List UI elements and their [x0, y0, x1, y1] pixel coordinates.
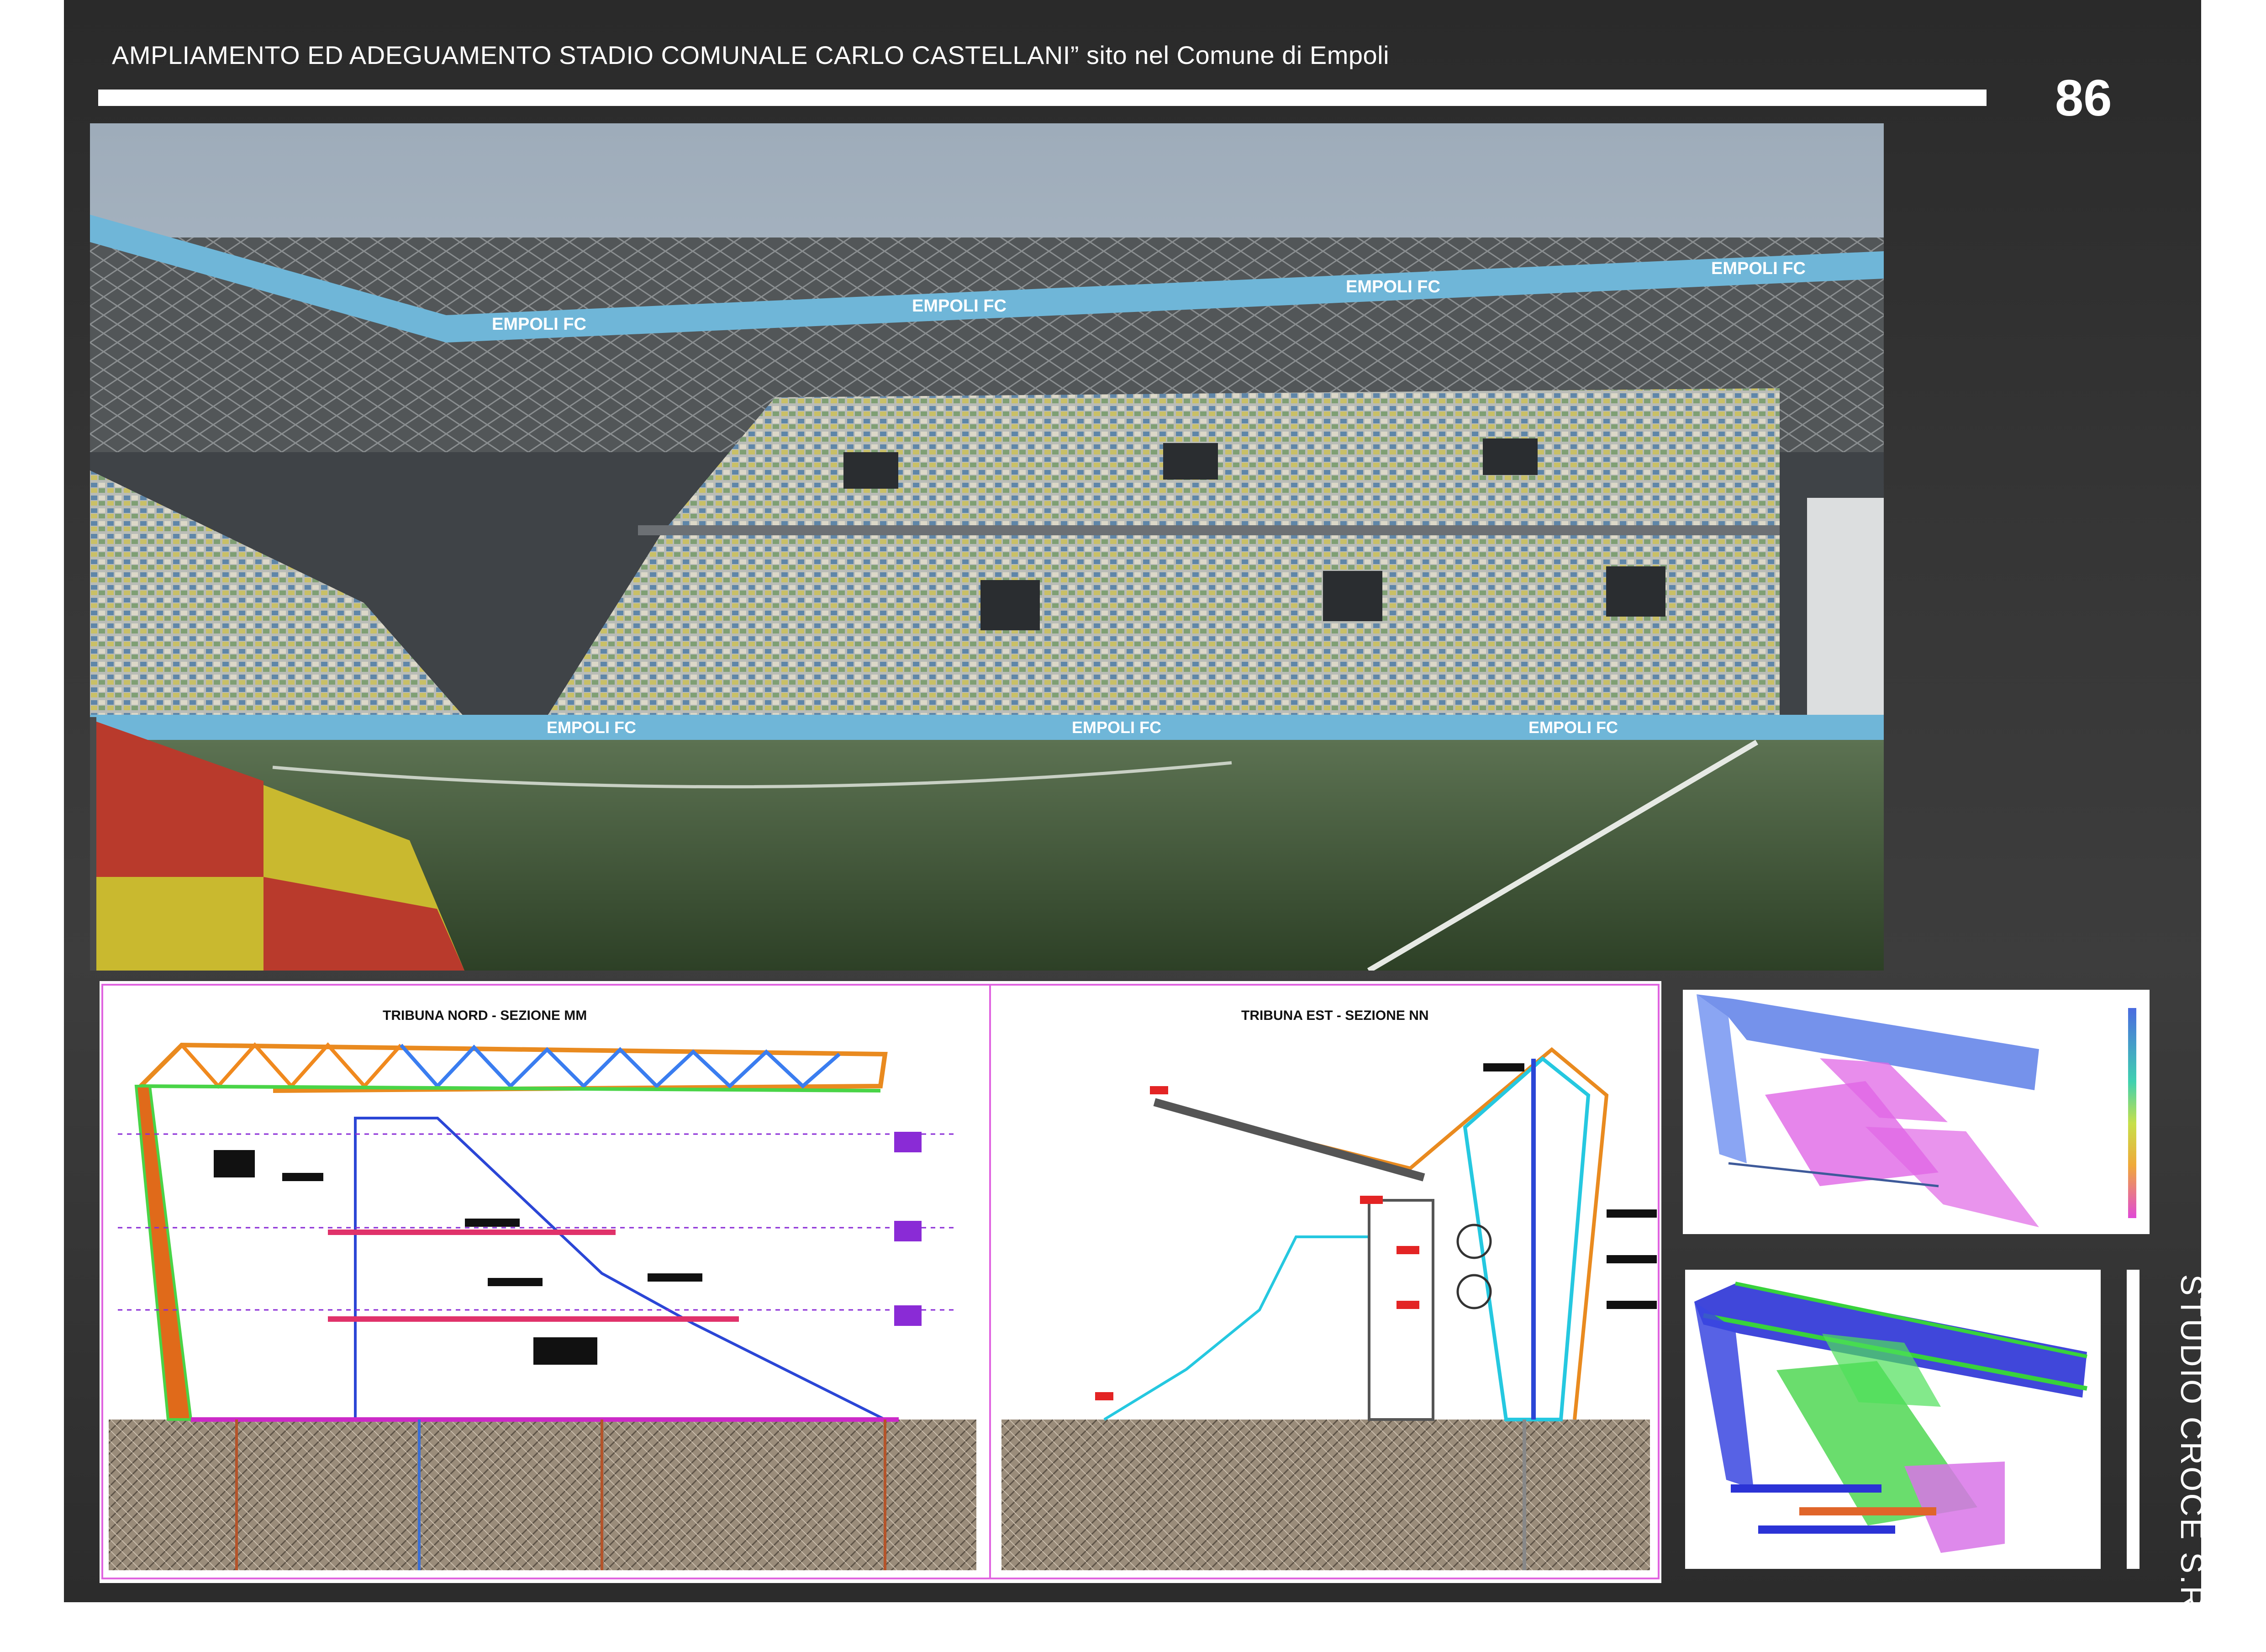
stadium-render-image: EMPOLI FC EMPOLI FC EMPOLI FC EMPOLI FC …: [90, 123, 1884, 971]
roof-banner-text: EMPOLI FC: [912, 296, 1007, 316]
structural-model-3d-view: [1685, 1270, 2101, 1569]
vomitory: [1323, 571, 1382, 621]
roof-banner-text: EMPOLI FC: [492, 315, 586, 334]
structural-model-stress-view: [1683, 990, 2150, 1234]
vomitory: [843, 452, 898, 489]
vomitory: [980, 580, 1040, 630]
corner-tower: [1807, 498, 1884, 726]
vomitory: [1483, 438, 1538, 475]
roof-banner-text: EMPOLI FC: [1711, 259, 1806, 278]
page: AMPLIAMENTO ED ADEGUAMENTO STADIO COMUNA…: [0, 0, 2266, 1652]
roof-banner-text: EMPOLI FC: [1346, 277, 1440, 296]
studio-name: STUDIO CROCE S.R.L.: [2174, 1274, 2210, 1652]
board-text: EMPOLI FC: [547, 718, 636, 737]
corner-flag-pole: [90, 717, 96, 971]
page-number: 86: [2055, 69, 2112, 127]
board-text: EMPOLI FC: [1072, 718, 1161, 737]
stress-color-scale: [2128, 1008, 2136, 1218]
document-title: AMPLIAMENTO ED ADEGUAMENTO STADIO COMUNA…: [112, 41, 1390, 69]
side-divider: [2127, 1270, 2140, 1569]
header-divider: [98, 90, 1987, 106]
section-title-east: TRIBUNA EST - SEZIONE NN: [1241, 1008, 1429, 1023]
vomitory: [1163, 443, 1218, 480]
stand-walkway: [638, 525, 1780, 535]
vomitory: [1606, 566, 1665, 617]
ground-left: [109, 1420, 976, 1570]
ground-right: [1001, 1420, 1650, 1570]
board-text: EMPOLI FC: [1528, 718, 1618, 737]
cross-section-drawings: TRIBUNA NORD - SEZIONE MM TRIBUNA EST - …: [100, 981, 1661, 1583]
section-title-north: TRIBUNA NORD - SEZIONE MM: [383, 1008, 587, 1023]
